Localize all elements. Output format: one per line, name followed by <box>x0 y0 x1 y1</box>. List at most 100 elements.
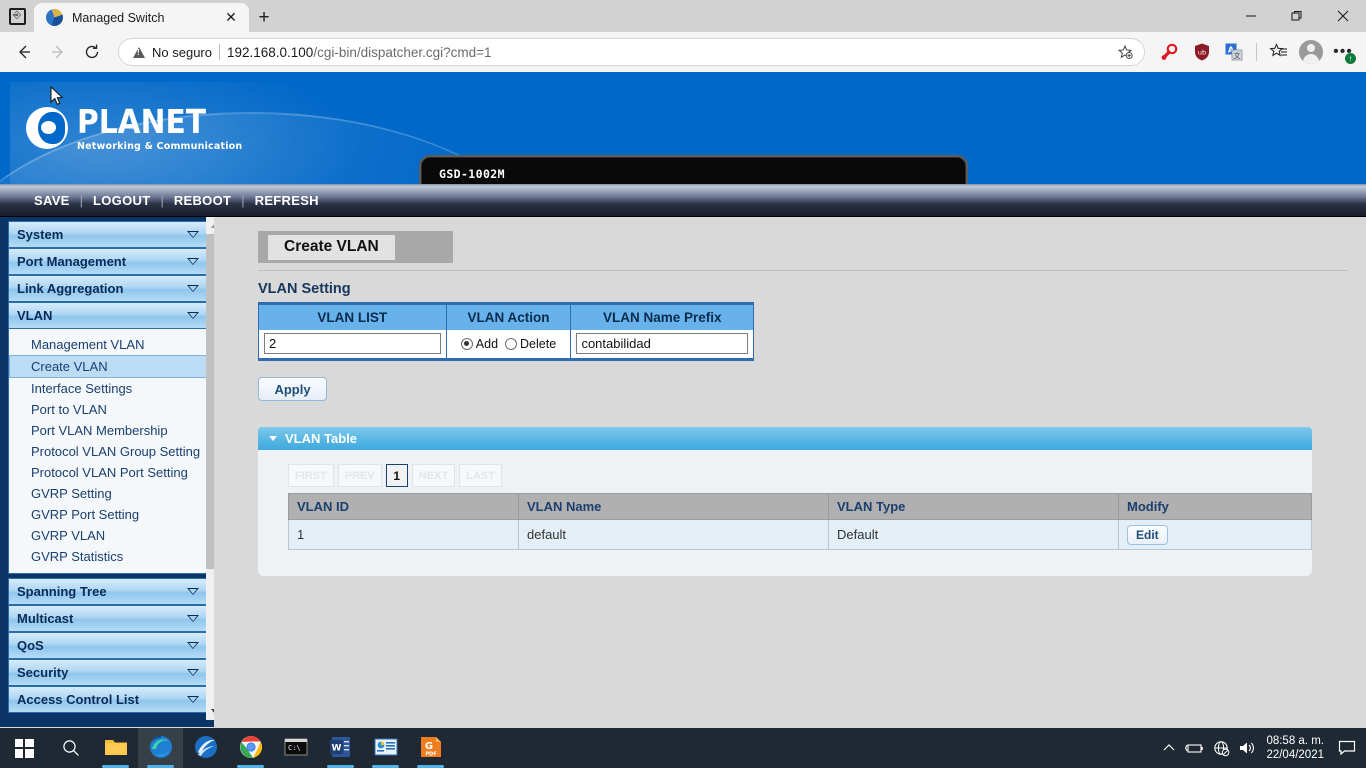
clock-date: 22/04/2021 <box>1266 748 1324 762</box>
cell-vlan-action: Add Delete <box>446 330 571 360</box>
vlan-table-panel: VLAN Table FIRST PREV 1 NEXT LAST VLAN I… <box>258 427 1312 576</box>
google-chrome[interactable] <box>228 728 273 768</box>
pagination: FIRST PREV 1 NEXT LAST <box>258 450 1312 493</box>
apply-button[interactable]: Apply <box>258 377 327 401</box>
page-prev-button: PREV <box>338 464 382 487</box>
search-button[interactable] <box>48 728 93 768</box>
sidebar-section-link-aggregation[interactable]: Link Aggregation <box>8 275 208 302</box>
sidebar-item-gvrp-vlan[interactable]: GVRP VLAN <box>9 525 207 546</box>
vlan-table-header[interactable]: VLAN Table <box>258 427 1312 450</box>
microsoft-edge[interactable] <box>138 728 183 768</box>
sidebar-section-spanning-tree[interactable]: Spanning Tree <box>8 578 208 605</box>
sidebar-section-access-control-list[interactable]: Access Control List <box>8 686 208 713</box>
table-row: 1 default Default Edit <box>289 520 1312 550</box>
file-explorer[interactable] <box>93 728 138 768</box>
logout-button[interactable]: LOGOUT <box>83 193 160 208</box>
page-next-button: NEXT <box>412 464 455 487</box>
shield-ublock-icon[interactable]: ub <box>1187 37 1217 67</box>
close-icon[interactable]: ✕ <box>219 6 243 30</box>
update-badge-icon: ↑ <box>1345 53 1356 64</box>
volume-icon[interactable] <box>1234 728 1260 768</box>
title-divider <box>258 270 1348 271</box>
svg-text:C:\: C:\ <box>288 744 301 752</box>
microsoft-word[interactable]: W <box>318 728 363 768</box>
col-vlan-name-prefix: VLAN Name Prefix <box>571 304 754 330</box>
vlan-setting-label: VLAN Setting <box>258 281 1348 297</box>
app-blue-swoosh[interactable] <box>183 728 228 768</box>
col-vlan-type: VLAN Type <box>829 494 1119 520</box>
sidebar-item-protocol-vlan-port-setting[interactable]: Protocol VLAN Port Setting <box>9 462 207 483</box>
new-tab-button[interactable]: + <box>249 4 279 32</box>
window-controls <box>1228 0 1366 32</box>
back-button[interactable] <box>8 36 40 68</box>
refresh-button[interactable]: REFRESH <box>245 193 329 208</box>
sidebar-item-gvrp-port-setting[interactable]: GVRP Port Setting <box>9 504 207 525</box>
reload-button[interactable] <box>76 36 108 68</box>
command-prompt[interactable]: C:\ <box>273 728 318 768</box>
chevron-down-icon <box>187 643 199 649</box>
sidebar-item-port-to-vlan[interactable]: Port to VLAN <box>9 399 207 420</box>
sidebar-section-security[interactable]: Security <box>8 659 208 686</box>
address-bar[interactable]: No seguro 192.168.0.100/cgi-bin/dispatch… <box>118 38 1145 66</box>
browser-system-menu[interactable]: ⎆ <box>0 0 34 32</box>
add-favorite-icon[interactable] <box>1112 40 1138 64</box>
page-last-button: LAST <box>459 464 502 487</box>
sidebar-item-management-vlan[interactable]: Management VLAN <box>9 334 207 355</box>
scroll-down-button[interactable] <box>206 703 214 720</box>
sidebar-section-multicast[interactable]: Multicast <box>8 605 208 632</box>
network-offline-icon[interactable] <box>1208 728 1234 768</box>
page-viewport: PLANET Networking & Communication GSD-10… <box>0 72 1366 728</box>
vlan-list-input[interactable] <box>264 333 441 354</box>
windows-logo-icon <box>15 739 34 758</box>
scrollbar-thumb[interactable] <box>206 234 214 569</box>
sidebar-item-gvrp-statistics[interactable]: GVRP Statistics <box>9 546 207 567</box>
radio-add[interactable]: Add <box>461 337 498 351</box>
extension-red-icon[interactable] <box>1155 37 1185 67</box>
radio-selected-icon <box>461 338 473 350</box>
radio-delete[interactable]: Delete <box>505 337 556 351</box>
edit-button[interactable]: Edit <box>1127 525 1168 545</box>
minimize-icon[interactable] <box>1228 0 1274 32</box>
main-content: Create VLAN VLAN Setting VLAN LIST VLAN … <box>214 217 1366 727</box>
notification-icon[interactable] <box>1332 728 1362 768</box>
sidebar-section-port-management[interactable]: Port Management <box>8 248 208 275</box>
sidebar-section-label: Port Management <box>17 254 187 269</box>
browser-tab[interactable]: Managed Switch ✕ <box>34 3 249 32</box>
pdf-app[interactable]: G PDF <box>408 728 453 768</box>
save-button[interactable]: SAVE <box>24 193 80 208</box>
sidebar-item-protocol-vlan-group-setting[interactable]: Protocol VLAN Group Setting <box>9 441 207 462</box>
start-button[interactable] <box>0 728 48 768</box>
battery-icon[interactable] <box>1182 728 1208 768</box>
tray-overflow-button[interactable] <box>1156 728 1182 768</box>
collections-icon[interactable] <box>1264 37 1294 67</box>
sidebar-item-interface-settings[interactable]: Interface Settings <box>9 378 207 399</box>
col-vlan-id: VLAN ID <box>289 494 519 520</box>
sidebar-section-system[interactable]: System <box>8 221 208 248</box>
scroll-up-button[interactable] <box>206 217 214 234</box>
translate-icon[interactable]: A 文 <box>1219 37 1249 67</box>
svg-text:ub: ub <box>1198 48 1206 56</box>
top-action-bar: SAVE | LOGOUT | REBOOT | REFRESH <box>0 184 1366 217</box>
browser-more-menu[interactable]: ••• ↑ <box>1328 37 1358 67</box>
svg-text:W: W <box>331 744 341 754</box>
reboot-button[interactable]: REBOOT <box>164 193 241 208</box>
clock[interactable]: 08:58 a. m. 22/04/2021 <box>1260 734 1332 762</box>
microsoft-publisher[interactable] <box>363 728 408 768</box>
profile-avatar-icon[interactable] <box>1296 37 1326 67</box>
device-brand-header: PLANET Networking & Communication GSD-10… <box>0 72 1366 184</box>
sidebar-section-qos[interactable]: QoS <box>8 632 208 659</box>
vlan-name-prefix-input[interactable] <box>576 333 748 354</box>
publisher-icon <box>373 734 399 760</box>
sidebar-section-vlan[interactable]: VLAN <box>8 302 208 329</box>
sidebar-item-create-vlan[interactable]: Create VLAN <box>9 355 207 378</box>
tab-title: Managed Switch <box>72 11 210 25</box>
restore-icon[interactable] <box>1274 0 1320 32</box>
page-current-button[interactable]: 1 <box>386 464 408 487</box>
sidebar-item-gvrp-setting[interactable]: GVRP Setting <box>9 483 207 504</box>
sidebar-item-port-vlan-membership[interactable]: Port VLAN Membership <box>9 420 207 441</box>
sidebar-section-label: Access Control List <box>17 692 187 707</box>
chevron-down-icon <box>211 709 215 714</box>
omnibox-divider <box>219 44 220 60</box>
page-scrollbar[interactable] <box>206 217 214 720</box>
close-icon[interactable] <box>1320 0 1366 32</box>
